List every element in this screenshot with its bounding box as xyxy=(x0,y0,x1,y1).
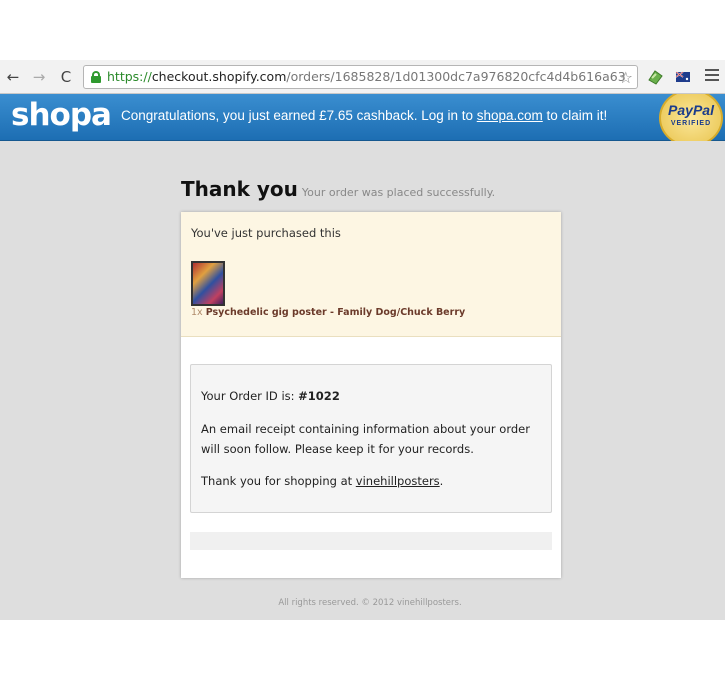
card-footer-strip xyxy=(190,532,552,550)
product-name[interactable]: Psychedelic gig poster - Family Dog/Chuc… xyxy=(206,307,466,318)
page-body: Thank you Your order was placed successfu… xyxy=(0,141,725,620)
purchased-section: You've just purchased this 1x Psychedeli… xyxy=(181,212,561,337)
paypal-verified-label: VERIFIED xyxy=(670,120,712,127)
page-title: Thank you xyxy=(181,177,298,201)
shopa-link[interactable]: shopa.com xyxy=(477,108,543,123)
page-footer: All rights reserved. © 2012 vinehillpost… xyxy=(278,598,462,608)
order-id-value: #1022 xyxy=(298,389,340,403)
product-quantity: 1x xyxy=(191,307,203,318)
page-heading: Thank you Your order was placed successfu… xyxy=(181,177,495,201)
lock-icon xyxy=(91,71,101,83)
url-scheme: https:// xyxy=(107,69,152,84)
thanks-prefix: Thank you for shopping at xyxy=(201,474,356,488)
shopa-logo[interactable]: shopa xyxy=(11,97,112,133)
thanks-line: Thank you for shopping at vinehillposter… xyxy=(201,471,443,491)
cashback-banner: shopa Congratulations, you just earned £… xyxy=(0,94,725,141)
order-id-line: Your Order ID is: #1022 xyxy=(201,386,340,406)
address-bar[interactable]: https://checkout.shopify.com/orders/1685… xyxy=(83,65,638,89)
cashback-message: Congratulations, you just earned £7.65 c… xyxy=(121,108,607,123)
product-thumbnail[interactable] xyxy=(191,261,225,306)
thanks-suffix: . xyxy=(439,474,444,488)
order-id-label: Your Order ID is: xyxy=(201,389,299,403)
url-text[interactable]: https://checkout.shopify.com/orders/1685… xyxy=(107,66,626,88)
email-receipt-notice: An email receipt containing information … xyxy=(201,422,530,456)
forward-arrow-icon[interactable]: → xyxy=(30,68,48,86)
reload-icon[interactable]: C xyxy=(57,68,75,86)
product-line-item: 1x Psychedelic gig poster - Family Dog/C… xyxy=(191,307,465,318)
order-details-box: Your Order ID is: #1022 An email receipt… xyxy=(190,364,552,513)
menu-icon[interactable] xyxy=(705,69,719,83)
cashback-message-suffix: to claim it! xyxy=(542,108,608,123)
back-arrow-icon[interactable]: ← xyxy=(4,68,22,86)
paypal-label: PayPal xyxy=(668,102,714,118)
url-host: checkout.shopify.com xyxy=(151,69,287,84)
extension-flag-icon[interactable] xyxy=(674,68,692,86)
store-link[interactable]: vinehillposters xyxy=(356,474,440,488)
purchased-label: You've just purchased this xyxy=(191,226,341,240)
extension-green-icon[interactable] xyxy=(646,68,664,86)
cashback-message-prefix: Congratulations, you just earned £7.65 c… xyxy=(121,108,477,123)
browser-toolbar: ← → C https://checkout.shopify.com/order… xyxy=(0,60,725,94)
page-subtitle: Your order was placed successfully. xyxy=(301,186,496,199)
paypal-verified-badge[interactable]: PayPal VERIFIED xyxy=(658,94,724,141)
bookmark-star-icon[interactable]: ☆ xyxy=(619,67,633,88)
order-card: You've just purchased this 1x Psychedeli… xyxy=(181,212,561,578)
url-path: /orders/1685828/1d01300dc7a976820cfc4d4b… xyxy=(286,69,626,84)
